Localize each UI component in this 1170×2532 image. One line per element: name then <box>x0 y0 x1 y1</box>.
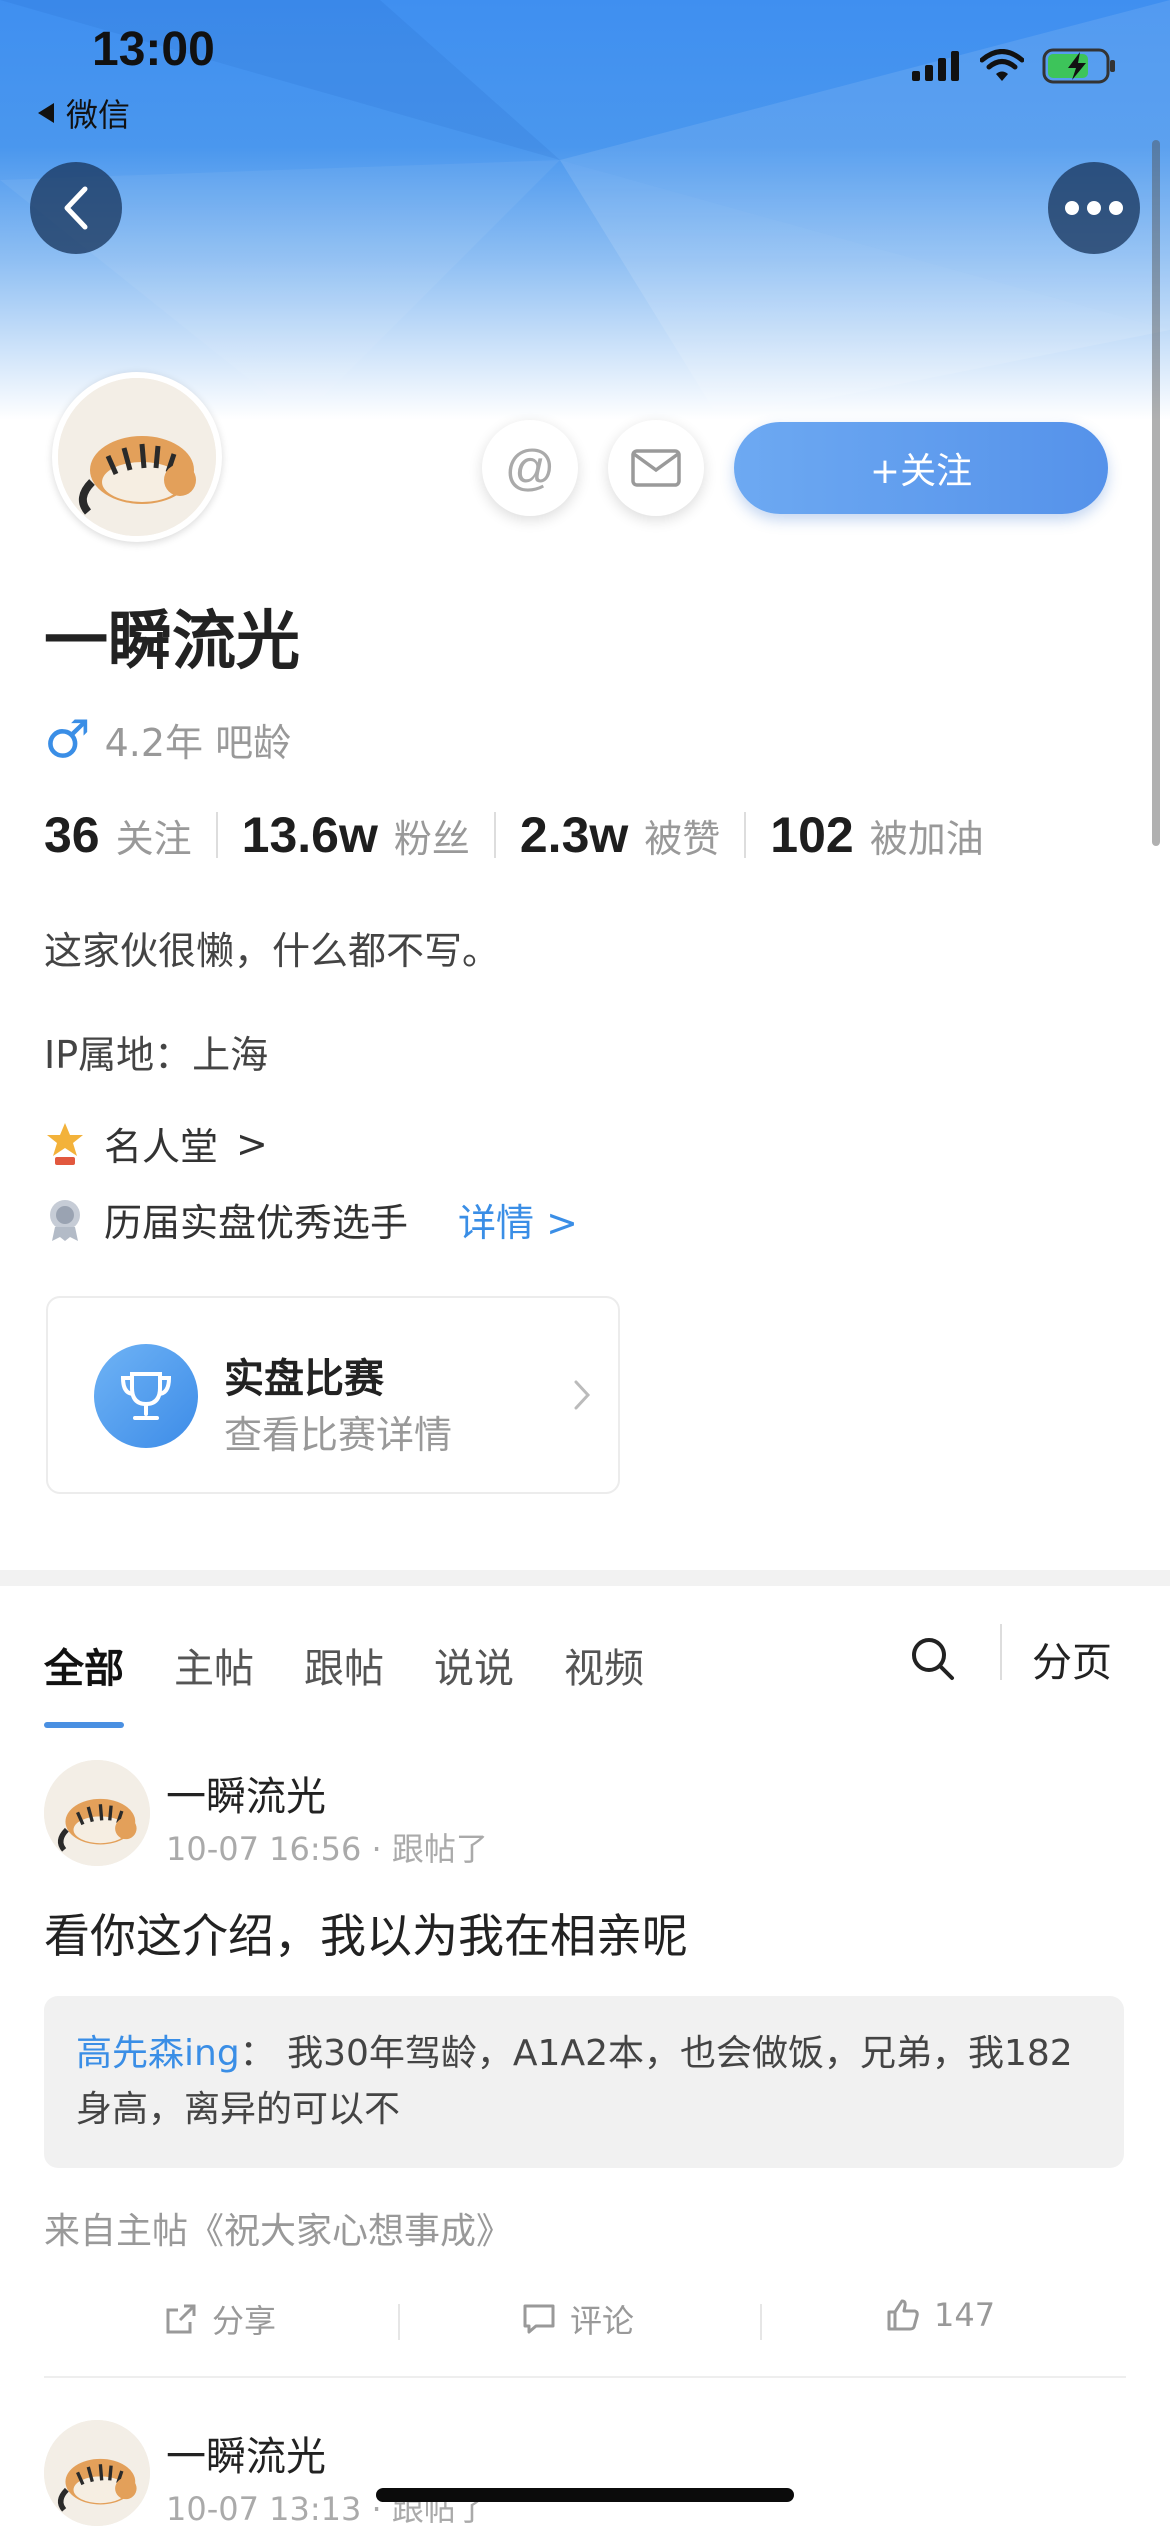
battery-charging-icon <box>1042 48 1115 84</box>
follow-button[interactable]: +关注 <box>734 422 1108 514</box>
stat-fans[interactable]: 13.6w 粉丝 <box>242 806 470 864</box>
profile-username: 一瞬流光 <box>44 605 300 679</box>
share-button[interactable]: 分享 <box>164 2296 276 2342</box>
chevron-right-icon <box>574 1380 591 1410</box>
stat-following-label: 关注 <box>115 817 192 861</box>
contest-card[interactable]: 实盘比赛 查看比赛详情 <box>46 1296 620 1494</box>
scroll-indicator[interactable] <box>1152 140 1160 846</box>
stat-divider <box>493 812 496 858</box>
tiger-avatar-image <box>44 2420 150 2526</box>
tab-bar-divider <box>1000 1624 1002 1680</box>
post-divider <box>44 2376 1126 2378</box>
search-icon[interactable] <box>910 1636 956 1682</box>
medal-badge-icon <box>50 1199 80 1241</box>
post-text: 看你这介绍，我以为我在相亲呢 <box>44 1909 688 1963</box>
hall-of-fame-arrow: > <box>236 1121 268 1166</box>
stat-fans-label: 粉丝 <box>393 817 470 861</box>
tab-replies[interactable]: 跟帖 <box>304 1636 384 1694</box>
stat-cheers-num: 102 <box>770 807 854 863</box>
mention-button[interactable]: @ <box>482 420 578 516</box>
more-button[interactable] <box>1048 162 1140 254</box>
post-tabs: 全部 主帖 跟帖 说说 视频 <box>44 1636 694 1728</box>
action-divider <box>760 2304 762 2340</box>
wifi-icon <box>980 49 1024 81</box>
at-icon: @ <box>504 440 556 496</box>
tiger-avatar-image <box>58 378 216 536</box>
tab-main-posts[interactable]: 主帖 <box>174 1636 254 1694</box>
hall-of-fame-link[interactable]: 名人堂 > <box>44 1116 268 1171</box>
details-link[interactable]: 详情 > <box>458 1192 578 1247</box>
quoted-author[interactable]: 高先森ing <box>76 2033 240 2074</box>
stat-likes-num: 2.3w <box>519 807 629 863</box>
back-triangle-icon <box>38 103 54 123</box>
profile-page: 13:00 微信 @ +关注 一瞬流光 ♂ 4.2年 吧龄 36 关注 13.6… <box>0 0 1170 2532</box>
source-post-link[interactable]: 来自主帖《祝大家心想事成》 <box>44 2202 512 2254</box>
paging-button[interactable]: 分页 <box>1032 1630 1112 1688</box>
quoted-reply[interactable]: 高先森ing： 我30年驾龄，A1A2本，也会做饭，兄弟，我182身高，离异的可… <box>44 1996 1124 2168</box>
bar-age-text: 4.2年 吧龄 <box>104 721 292 765</box>
tab-videos[interactable]: 视频 <box>564 1636 644 1694</box>
stat-cheers[interactable]: 102 被加油 <box>770 806 983 864</box>
post-actions: 分享 评论 147 <box>0 2296 1170 2356</box>
stat-divider <box>744 812 747 858</box>
like-button[interactable]: 147 <box>886 2296 995 2334</box>
back-button[interactable] <box>30 162 122 254</box>
profile-avatar[interactable] <box>52 372 222 542</box>
stat-following[interactable]: 36 关注 <box>44 806 192 864</box>
share-label: 分享 <box>212 2302 277 2340</box>
tab-all[interactable]: 全部 <box>44 1636 124 1728</box>
comment-label: 评论 <box>570 2302 635 2340</box>
ip-location: IP属地：上海 <box>44 1033 269 1077</box>
section-divider <box>0 1570 1170 1586</box>
like-count: 147 <box>934 2296 996 2334</box>
chevron-left-icon <box>64 186 88 230</box>
post-meta: 10-07 16:56 · 跟帖了 <box>166 1830 488 1868</box>
stat-fans-num: 13.6w <box>241 807 378 863</box>
comment-button[interactable]: 评论 <box>522 2296 634 2342</box>
post-author-avatar[interactable] <box>44 1760 150 1866</box>
excellent-player-row: 历届实盘优秀选手 详情 > <box>44 1192 578 1247</box>
contest-title: 实盘比赛 <box>224 1356 384 1402</box>
more-dots-icon <box>1065 201 1123 215</box>
profile-stats: 36 关注 13.6w 粉丝 2.3w 被赞 102 被加油 <box>44 806 984 864</box>
profile-bio: 这家伙很懒，什么都不写。 <box>44 929 501 973</box>
comment-icon <box>523 2304 555 2334</box>
stat-divider <box>215 812 218 858</box>
excellent-player-text: 历届实盘优秀选手 <box>104 1201 409 1245</box>
post-author-avatar[interactable] <box>44 2420 150 2526</box>
stat-likes[interactable]: 2.3w 被赞 <box>520 806 720 864</box>
share-icon <box>166 2304 196 2334</box>
post-author-name[interactable]: 一瞬流光 <box>166 1764 326 1822</box>
contest-trophy-icon <box>94 1344 198 1448</box>
stat-cheers-label: 被加油 <box>869 817 984 861</box>
status-icons <box>912 48 1116 84</box>
action-divider <box>398 2304 400 2340</box>
male-icon: ♂ <box>44 709 91 770</box>
bar-age-row: ♂ 4.2年 吧龄 <box>44 712 291 767</box>
stat-following-num: 36 <box>44 807 100 863</box>
home-indicator[interactable] <box>376 2488 794 2502</box>
back-to-app-link[interactable]: 微信 <box>38 90 130 136</box>
status-time: 13:00 <box>92 23 215 76</box>
tab-status[interactable]: 说说 <box>434 1636 514 1694</box>
message-button[interactable] <box>608 420 704 516</box>
post-author-name[interactable]: 一瞬流光 <box>166 2424 326 2482</box>
contest-subtitle: 查看比赛详情 <box>224 1413 453 1457</box>
back-app-label: 微信 <box>66 96 131 134</box>
trophy-badge-icon <box>47 1122 83 1165</box>
signal-icon <box>912 51 959 81</box>
tiger-avatar-image <box>44 1760 150 1866</box>
envelope-icon <box>631 449 681 487</box>
thumbs-up-icon <box>887 2299 919 2331</box>
hall-of-fame-text: 名人堂 <box>104 1125 219 1169</box>
stat-likes-label: 被赞 <box>644 817 721 861</box>
